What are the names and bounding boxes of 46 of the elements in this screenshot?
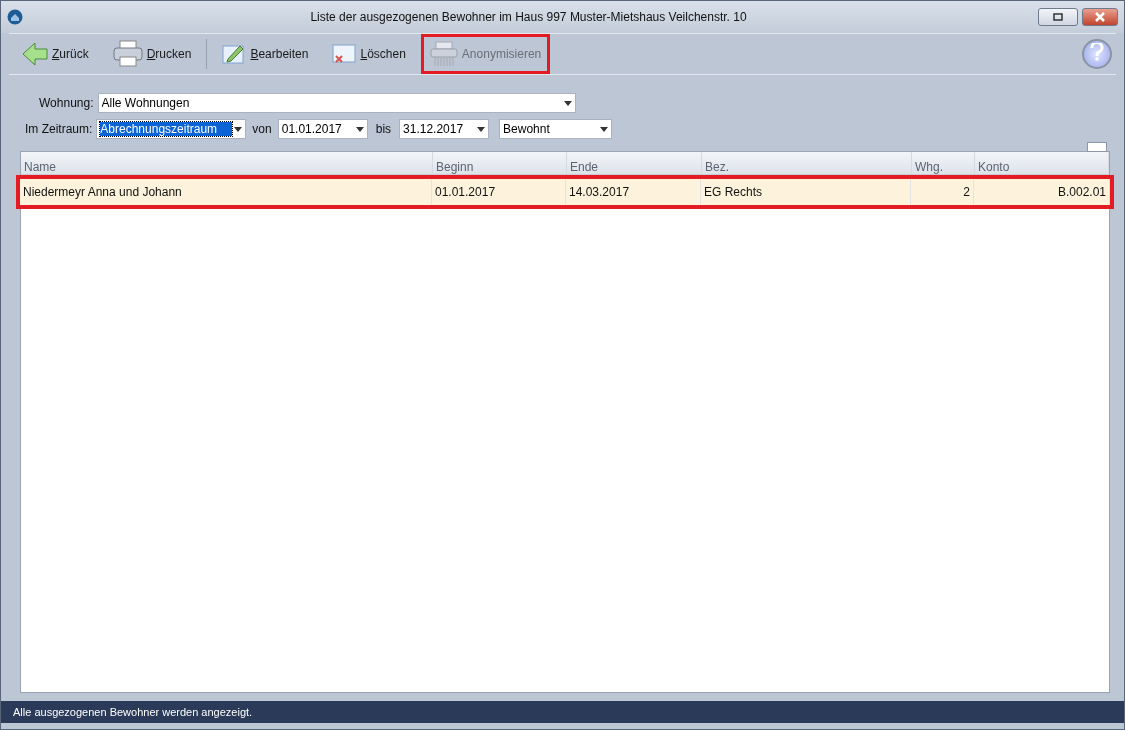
field-label: von: [252, 122, 272, 136]
column-header[interactable]: Ende: [567, 152, 702, 174]
date-picker[interactable]: 31.12.2017: [399, 119, 490, 139]
table-cell: 2: [911, 179, 974, 205]
dropdown-caret-icon[interactable]: [477, 126, 486, 132]
column-chooser-button[interactable]: [1087, 142, 1107, 152]
help-button[interactable]: [1082, 39, 1112, 69]
toolbar-button[interactable]: Drucken: [103, 33, 201, 75]
status-dropdown[interactable]: Bewohnt: [499, 119, 613, 139]
table-cell: Niedermeyr Anna und Johann: [20, 179, 432, 205]
window-title: Liste der ausgezogenen Bewohner im Haus 997 Muster-Mietshaus Veilchenstr. 10: [309, 10, 748, 24]
close-icon: [1094, 12, 1106, 22]
question-mark-icon: [1090, 42, 1104, 61]
left-arrow-icon: [22, 41, 48, 67]
form-x-icon: [332, 43, 357, 65]
dropdown-caret-icon[interactable]: [563, 100, 572, 106]
shredder-icon: [429, 41, 458, 67]
toolbar-button[interactable]: Zurück: [13, 34, 98, 74]
field-label: Wohnung:: [39, 96, 94, 110]
apartment-dropdown[interactable]: Alle Wohnungen: [97, 93, 576, 113]
column-header[interactable]: Konto: [975, 152, 1109, 174]
column-header[interactable]: Whg.: [912, 152, 975, 174]
dropdown-caret-icon[interactable]: [355, 126, 364, 132]
field-label: bis: [375, 122, 392, 136]
column-header[interactable]: Name: [21, 152, 433, 174]
table-row[interactable]: Niedermeyr Anna und Johann 01.01.2017 14.03.2017 EG Rechts 2 B.002.01: [16, 175, 1114, 209]
dropdown-caret-icon[interactable]: [600, 126, 609, 132]
restore-icon: [1053, 13, 1063, 21]
column-header[interactable]: Bez.: [702, 152, 912, 174]
field-label: Im Zeitraum:: [25, 122, 93, 136]
form-pencil-icon: [222, 43, 247, 65]
printer-icon: [112, 40, 143, 68]
period-dropdown[interactable]: Abrechnungszeitraum: [96, 119, 247, 139]
status-text: Alle ausgezogenen Bewohner werden angezeigt.: [13, 706, 253, 718]
toolbar-button[interactable]: Löschen: [323, 36, 415, 72]
table-cell: 01.01.2017: [432, 179, 566, 205]
restore-button[interactable]: [1038, 8, 1078, 26]
date-picker[interactable]: 01.01.2017: [277, 119, 368, 139]
table-cell: 14.03.2017: [566, 179, 701, 205]
table-cell: B.002.01: [974, 179, 1110, 205]
app-globe-icon: [7, 9, 23, 25]
toolbar-button[interactable]: Bearbeiten: [213, 36, 318, 72]
column-header[interactable]: Beginn: [433, 152, 567, 174]
dropdown-caret-icon[interactable]: [234, 126, 243, 132]
table-cell: EG Rechts: [701, 179, 911, 205]
close-button[interactable]: [1082, 8, 1118, 26]
